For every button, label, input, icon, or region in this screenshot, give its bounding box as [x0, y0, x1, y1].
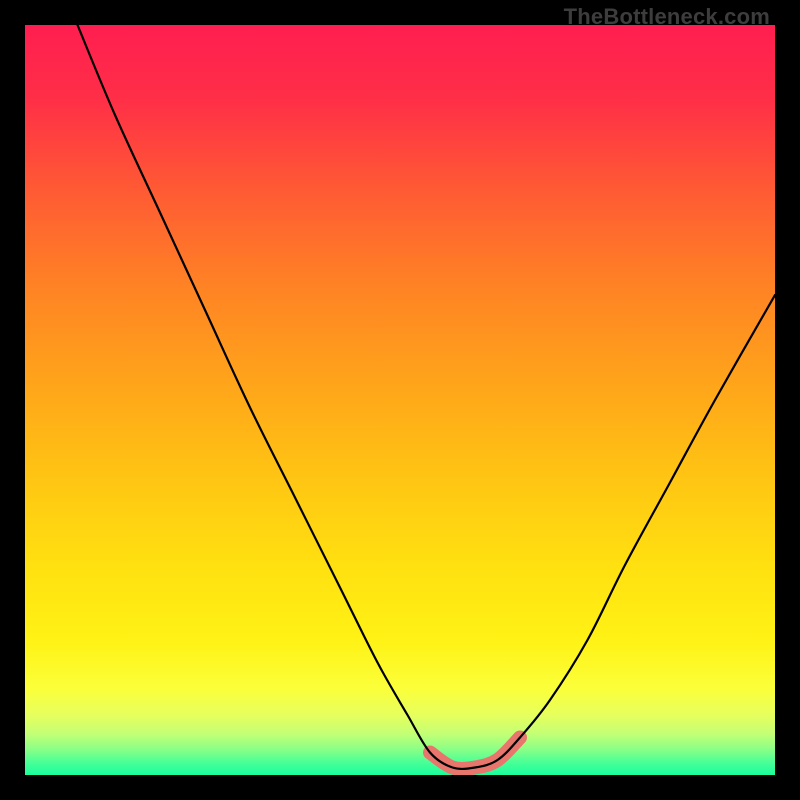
curve-layer [25, 25, 775, 775]
plot-area [25, 25, 775, 775]
bottleneck-curve [78, 25, 776, 769]
chart-frame: TheBottleneck.com [0, 0, 800, 800]
